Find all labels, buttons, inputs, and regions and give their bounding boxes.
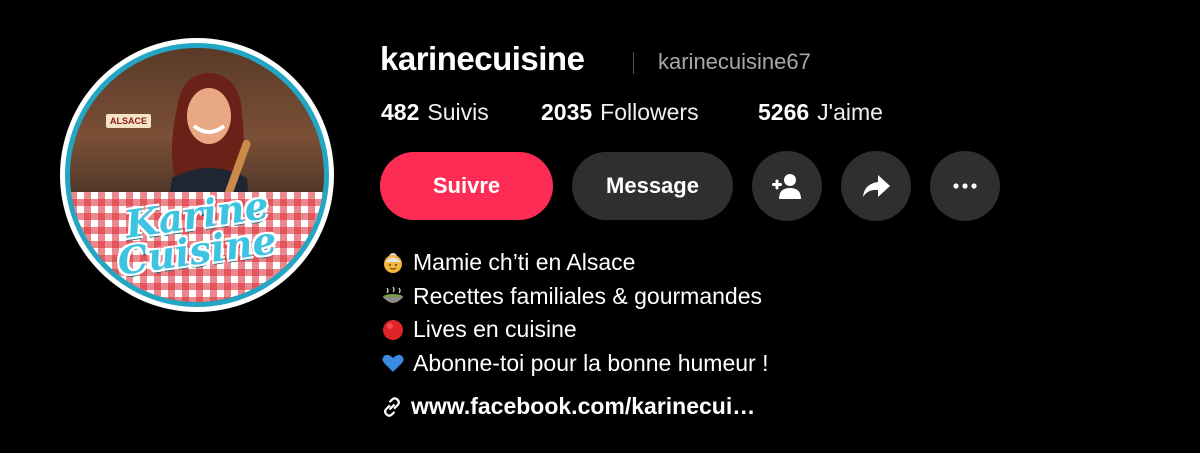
bio-text: Abonne-toi pour la bonne humeur !	[413, 349, 769, 376]
link-icon	[384, 396, 400, 417]
add-user-icon	[772, 174, 801, 199]
stat-likes-value: 5266	[758, 99, 810, 125]
grandma-emoji-icon	[384, 252, 402, 273]
stat-following-value: 482	[381, 99, 420, 125]
stew-bowl-emoji-icon	[383, 286, 403, 304]
bio-line: Mamie ch’ti en Alsace	[381, 246, 768, 280]
profile-link[interactable]: www.facebook.com/karinecui…	[381, 393, 755, 420]
follow-button[interactable]: Suivre	[380, 152, 553, 220]
avatar-sign: ALSACE	[106, 114, 152, 128]
red-circle-emoji-icon	[383, 319, 403, 340]
bio-text: Mamie ch’ti en Alsace	[413, 249, 636, 275]
bio-text: Recettes familiales & gourmandes	[413, 282, 762, 309]
stat-followers-label: Followers	[600, 99, 699, 125]
stat-followers-value: 2035	[541, 99, 593, 125]
profile-avatar[interactable]: ALSACE Karine Cuisine	[60, 38, 334, 312]
stat-likes-label: J'aime	[817, 99, 883, 125]
profile-username: karinecuisine	[380, 40, 585, 77]
profile-handle: karinecuisine67	[658, 49, 811, 74]
bio-text: Lives en cuisine	[413, 316, 577, 342]
profile-link-text[interactable]: www.facebook.com/karinecui…	[411, 393, 755, 420]
stat-likes: 5266 J'aime	[758, 99, 883, 126]
stat-following[interactable]: 482 Suivis	[381, 99, 489, 126]
bio-line: Recettes familiales & gourmandes	[381, 280, 768, 314]
username-separator	[633, 52, 634, 74]
share-icon	[863, 175, 890, 197]
more-icon	[953, 183, 977, 189]
bio-line: Lives en cuisine	[381, 313, 768, 347]
profile-bio: Mamie ch’ti en Alsace Recettes familiale…	[381, 246, 768, 380]
avatar-image: ALSACE Karine Cuisine	[65, 43, 329, 307]
share-button[interactable]	[841, 151, 911, 221]
blue-heart-emoji-icon	[382, 355, 404, 373]
add-friend-button[interactable]	[752, 151, 822, 221]
bio-line: Abonne-toi pour la bonne humeur !	[381, 347, 768, 381]
stat-following-label: Suivis	[427, 99, 489, 125]
message-button[interactable]: Message	[572, 152, 733, 220]
more-options-button[interactable]	[930, 151, 1000, 221]
stat-followers[interactable]: 2035 Followers	[541, 99, 699, 126]
